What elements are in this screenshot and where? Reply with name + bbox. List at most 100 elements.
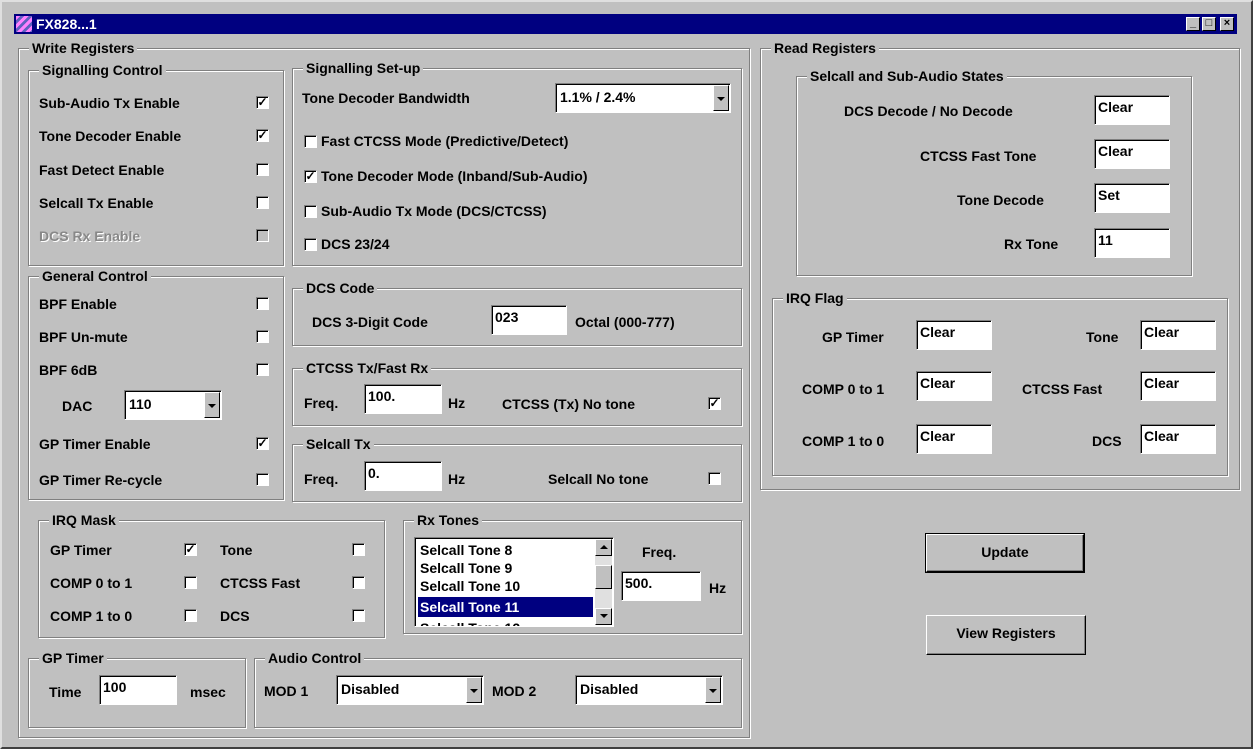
mod2-dropdown-arrow-icon[interactable] — [705, 677, 721, 703]
irq-mask-dcs-label: DCS — [220, 608, 250, 624]
irq-flag-ctcss-fast-label: CTCSS Fast — [1022, 381, 1103, 397]
bandwidth-value: 1.1% / 2.4% — [560, 89, 636, 105]
rx-tones-hz-label: Hz — [709, 580, 727, 596]
tone-decoder-bandwidth-label: Tone Decoder Bandwidth — [302, 90, 470, 106]
write-registers-title: Write Registers — [29, 40, 138, 56]
rx-tones-scrollbar[interactable] — [595, 539, 612, 625]
tone-decode-value: Set — [1094, 183, 1170, 213]
fast-detect-enable-checkbox[interactable] — [256, 163, 269, 176]
list-item[interactable]: Selcall Tone 8 — [418, 540, 593, 560]
ctcss-freq-input[interactable]: 100. — [364, 384, 442, 414]
dcs-code-input[interactable]: 023 — [491, 305, 567, 335]
selcall-tx-enable-label: Selcall Tx Enable — [39, 195, 154, 211]
ctcss-fast-tone-value: Clear — [1094, 139, 1170, 169]
dcs-decode-value: Clear — [1094, 95, 1170, 125]
maximize-button[interactable]: □ — [1202, 17, 1216, 31]
dac-dropdown-arrow-icon[interactable] — [204, 392, 220, 418]
sub-audio-tx-mode-checkbox[interactable] — [304, 205, 317, 218]
scroll-up-arrow-icon[interactable] — [595, 539, 612, 556]
selcall-freq-input[interactable]: 0. — [364, 461, 442, 491]
bpf-unmute-checkbox[interactable] — [256, 330, 269, 343]
update-button[interactable]: Update — [925, 533, 1085, 573]
irq-mask-comp01-checkbox[interactable] — [184, 576, 197, 589]
tone-decode-label: Tone Decode — [957, 192, 1044, 208]
window-title: FX828...1 — [36, 16, 97, 32]
dcs-2324-label: DCS 23/24 — [321, 236, 390, 252]
bpf-6db-checkbox[interactable] — [256, 363, 269, 376]
title-bar[interactable]: FX828...1 _ □ × — [14, 14, 1237, 34]
dcs-rx-enable-checkbox[interactable] — [256, 229, 269, 242]
ctcss-freq-label: Freq. — [304, 395, 339, 411]
irq-mask-comp10-checkbox[interactable] — [184, 609, 197, 622]
bandwidth-dropdown-arrow-icon[interactable] — [713, 85, 729, 111]
list-item[interactable]: Selcall Tone 12 — [418, 618, 593, 626]
audio-control-title: Audio Control — [265, 650, 365, 666]
irq-mask-tone-checkbox[interactable] — [352, 543, 365, 556]
irq-mask-gp-timer-checkbox[interactable]: ✓ — [184, 543, 197, 556]
dcs-2324-checkbox[interactable] — [304, 238, 317, 251]
mod1-dropdown-arrow-icon[interactable] — [466, 677, 482, 703]
app-icon[interactable] — [16, 16, 32, 32]
ctcss-no-tone-checkbox[interactable]: ✓ — [708, 397, 721, 410]
sub-audio-tx-mode-label: Sub-Audio Tx Mode (DCS/CTCSS) — [321, 203, 547, 219]
ctcss-title: CTCSS Tx/Fast Rx — [303, 360, 432, 376]
mod2-select[interactable]: Disabled — [575, 675, 723, 705]
ctcss-no-tone-label: CTCSS (Tx) No tone — [502, 396, 635, 412]
fast-detect-enable-label: Fast Detect Enable — [39, 162, 165, 178]
selcall-status-title: Selcall and Sub-Audio States — [807, 68, 1007, 84]
mod1-select[interactable]: Disabled — [336, 675, 484, 705]
list-item[interactable]: Selcall Tone 9 — [418, 558, 593, 578]
selcall-tx-group: Selcall Tx — [292, 436, 742, 502]
view-registers-button[interactable]: View Registers — [926, 615, 1086, 655]
fast-ctcss-mode-checkbox[interactable] — [304, 135, 317, 148]
rx-tones-freq-input[interactable]: 500. — [621, 571, 701, 601]
irq-flag-gp-timer-value: Clear — [916, 320, 992, 350]
general-control-title: General Control — [39, 268, 151, 284]
gp-timer-msec-label: msec — [190, 684, 226, 700]
tone-decoder-mode-label: Tone Decoder Mode (Inband/Sub-Audio) — [321, 168, 588, 184]
dcs-rx-enable-label: DCS Rx Enable — [39, 228, 141, 244]
main-window: FX828...1 _ □ × Write Registers Signalli… — [0, 0, 1253, 749]
irq-flag-comp01-label: COMP 0 to 1 — [802, 381, 885, 397]
dcs-code-title: DCS Code — [303, 280, 378, 296]
selcall-tx-title: Selcall Tx — [303, 436, 374, 452]
bpf-6db-label: BPF 6dB — [39, 362, 98, 378]
gp-timer-recycle-label: GP Timer Re-cycle — [39, 472, 163, 488]
rx-tones-freq-label: Freq. — [642, 544, 677, 560]
bpf-enable-label: BPF Enable — [39, 296, 117, 312]
signalling-control-title: Signalling Control — [39, 62, 166, 78]
tone-decoder-mode-checkbox[interactable]: ✓ — [304, 170, 317, 183]
irq-flag-ctcss-fast-value: Clear — [1140, 371, 1216, 401]
mod2-value: Disabled — [580, 681, 639, 697]
dcs-decode-label: DCS Decode / No Decode — [844, 103, 1013, 119]
dac-select[interactable]: 110 — [124, 390, 222, 420]
list-item[interactable]: Selcall Tone 10 — [418, 576, 593, 596]
scroll-down-arrow-icon[interactable] — [595, 608, 612, 625]
bpf-enable-checkbox[interactable] — [256, 297, 269, 310]
irq-mask-comp01-label: COMP 0 to 1 — [50, 575, 133, 591]
scrollbar-thumb[interactable] — [595, 565, 612, 589]
dac-label: DAC — [62, 398, 93, 414]
tone-decoder-enable-checkbox[interactable]: ✓ — [256, 129, 269, 142]
rx-tones-title: Rx Tones — [414, 512, 482, 528]
selcall-tx-enable-checkbox[interactable] — [256, 196, 269, 209]
irq-flag-comp10-value: Clear — [916, 424, 992, 454]
gp-timer-time-input[interactable]: 100 — [99, 675, 177, 705]
signalling-setup-title: Signalling Set-up — [303, 60, 424, 76]
irq-mask-ctcss-fast-checkbox[interactable] — [352, 576, 365, 589]
sub-audio-tx-enable-checkbox[interactable]: ✓ — [256, 96, 269, 109]
rx-tones-listbox[interactable]: Selcall Tone 8 Selcall Tone 9 Selcall To… — [414, 537, 614, 627]
irq-flag-gp-timer-label: GP Timer — [822, 329, 884, 345]
list-item-selected[interactable]: Selcall Tone 11 — [418, 597, 593, 617]
selcall-freq-label: Freq. — [304, 471, 339, 487]
selcall-no-tone-checkbox[interactable] — [708, 472, 721, 485]
gp-timer-time-label: Time — [49, 684, 82, 700]
rx-tone-value: 11 — [1094, 228, 1170, 258]
irq-mask-dcs-checkbox[interactable] — [352, 609, 365, 622]
minimize-button[interactable]: _ — [1186, 17, 1200, 31]
bandwidth-select[interactable]: 1.1% / 2.4% — [555, 83, 731, 113]
gp-timer-enable-checkbox[interactable]: ✓ — [256, 437, 269, 450]
dac-value: 110 — [129, 396, 152, 412]
gp-timer-recycle-checkbox[interactable] — [256, 473, 269, 486]
close-button[interactable]: × — [1220, 17, 1234, 31]
